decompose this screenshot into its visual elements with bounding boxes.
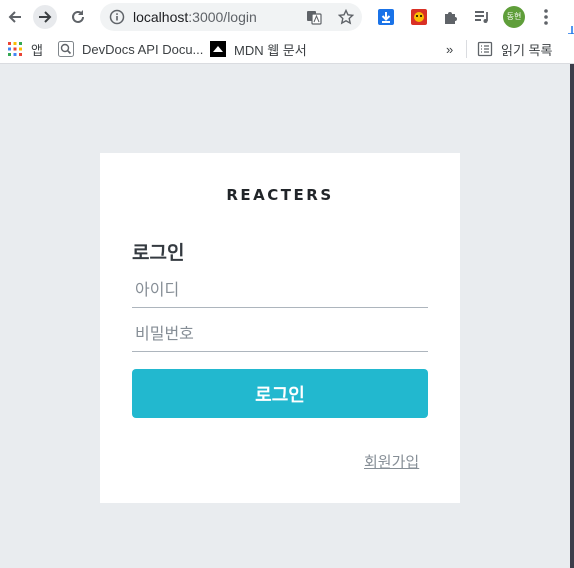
window-edge xyxy=(570,64,574,568)
emoji-extension-icon[interactable] xyxy=(410,8,428,26)
reload-icon xyxy=(72,10,84,23)
bookmarks-divider xyxy=(466,40,467,58)
reading-list-button[interactable]: 읽기 목록 xyxy=(477,34,552,64)
translate-icon[interactable] xyxy=(306,9,322,25)
signup-link[interactable]: 회원가입 xyxy=(364,451,419,472)
url-path: :3000/login xyxy=(188,9,257,25)
bookmark-label: MDN 웹 문서 xyxy=(234,42,307,58)
address-bar[interactable]: localhost:3000/login xyxy=(100,3,362,31)
apps-label: 앱 xyxy=(31,42,43,58)
reload-button[interactable] xyxy=(66,5,90,29)
chevron-double-right-icon: » xyxy=(446,41,454,57)
arrow-right-icon xyxy=(39,11,52,23)
bookmark-label: DevDocs API Docu... xyxy=(82,41,204,57)
brand-logo[interactable]: REACTERS xyxy=(0,186,560,204)
apps-grid-icon xyxy=(8,42,22,56)
info-icon[interactable] xyxy=(109,9,125,25)
arrow-left-icon xyxy=(8,11,21,23)
login-button[interactable]: 로그인 xyxy=(132,369,428,418)
download-extension-icon[interactable] xyxy=(377,8,395,26)
bookmark-apps[interactable]: 앱 xyxy=(7,34,43,64)
devdocs-search-icon xyxy=(58,41,74,57)
mdn-logo-icon xyxy=(210,41,226,57)
browser-toolbar: localhost:3000/login 동현 xyxy=(0,0,574,42)
bookmarks-overflow-button[interactable]: » xyxy=(446,34,453,64)
media-playlist-icon[interactable] xyxy=(473,8,491,26)
forward-button[interactable] xyxy=(33,5,57,29)
url-host: localhost xyxy=(133,9,189,25)
profile-avatar[interactable]: 동현 xyxy=(503,6,525,28)
bookmarks-bar: 앱 DevDocs API Docu... MDN 웹 문서 » 읽기 목록 xyxy=(0,34,574,64)
reading-list-icon xyxy=(477,41,493,57)
reading-list-label: 읽기 목록 xyxy=(501,42,553,58)
bookmark-star-icon[interactable] xyxy=(338,9,354,25)
page-title: 로그인 xyxy=(132,242,185,264)
back-button[interactable] xyxy=(3,5,27,29)
more-vert-icon[interactable] xyxy=(538,8,554,26)
bookmark-devdocs[interactable]: DevDocs API Docu... xyxy=(58,34,203,64)
url-text: localhost:3000/login xyxy=(133,3,257,31)
extensions-puzzle-icon[interactable] xyxy=(442,8,460,26)
username-input[interactable] xyxy=(132,272,428,308)
password-input[interactable] xyxy=(132,316,428,352)
bookmark-mdn[interactable]: MDN 웹 문서 xyxy=(210,34,307,64)
